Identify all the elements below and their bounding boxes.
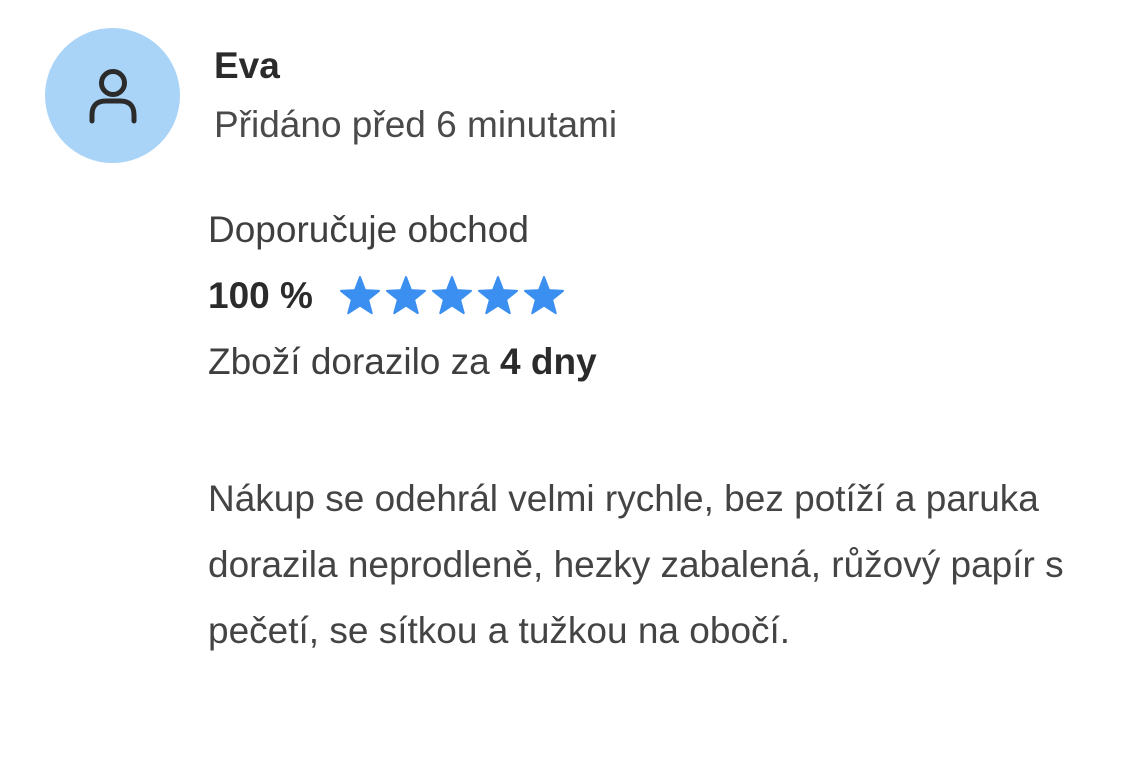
review-text: Nákup se odehrál velmi rychle, bez potíž… — [208, 478, 1064, 651]
delivery-label: Zboží dorazilo za — [208, 341, 490, 382]
delivery-info: Zboží dorazilo za 4 dny — [208, 340, 597, 384]
avatar — [45, 28, 180, 163]
recommend-percent: 100 % — [208, 275, 313, 316]
star-icon — [385, 276, 426, 315]
delivery-days: 4 dny — [500, 341, 597, 382]
star-icon — [431, 276, 472, 315]
star-icon — [477, 276, 518, 315]
user-icon — [89, 68, 136, 123]
star-rating — [337, 274, 567, 318]
star-icon — [523, 276, 564, 315]
star-icon — [339, 276, 380, 315]
rating-row: 100 % — [208, 274, 567, 318]
author-name: Eva — [214, 45, 280, 86]
recommend-label: Doporučuje obchod — [208, 209, 529, 250]
review-timestamp: Přidáno před 6 minutami — [214, 104, 618, 145]
